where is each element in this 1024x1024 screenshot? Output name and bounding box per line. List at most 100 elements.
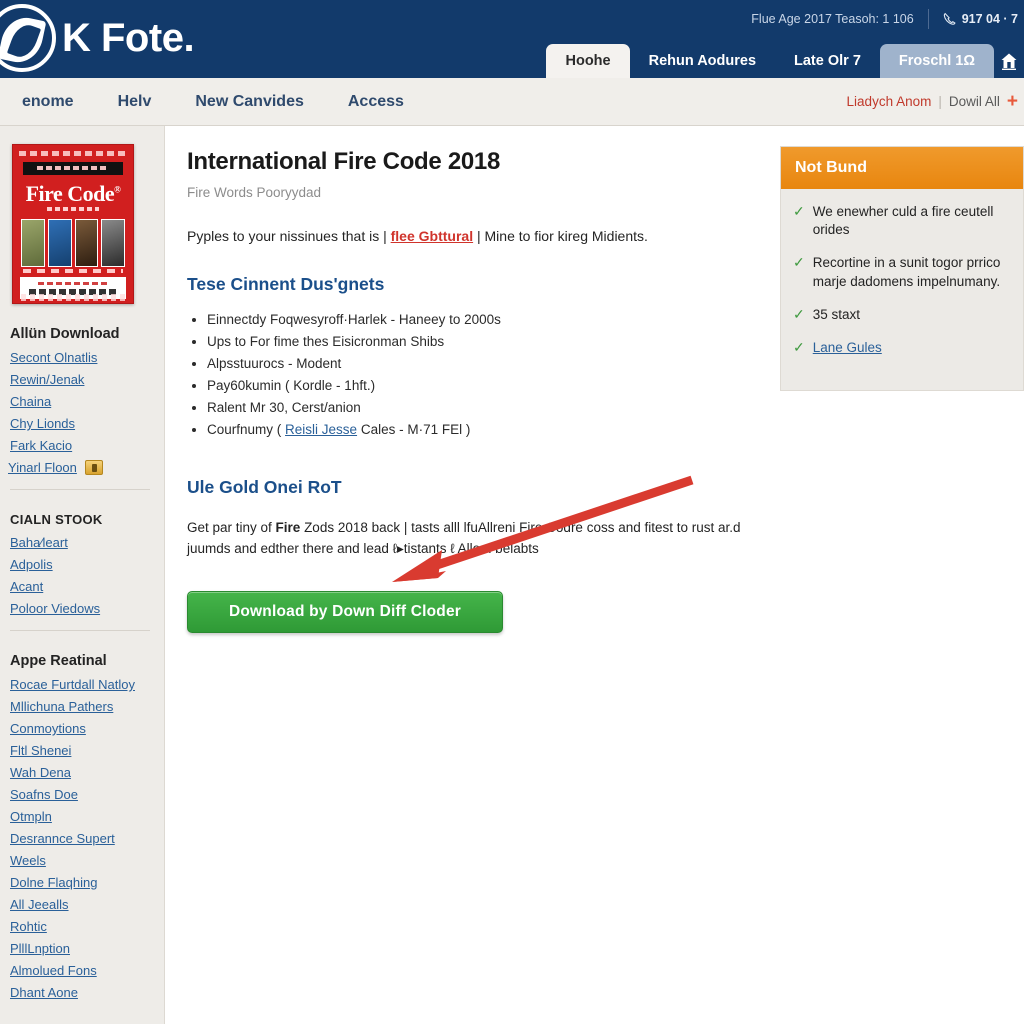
sidebar-heading-appe-reatinal: Appe Reatinal — [10, 653, 107, 669]
sidebar-link-row-yinarl-floon: Yinarl Floon — [8, 460, 154, 475]
panel-item-text: 35 staxt — [812, 306, 861, 322]
sidebar-link-all-jeealls[interactable]: All Jeealls — [10, 897, 154, 912]
sidebar-link-chy-lionds[interactable]: Chy Lionds — [10, 416, 154, 431]
lead-text-after: | Mine to fior kireg Midients. — [473, 228, 648, 244]
panel-body: ✓ We enewher culd a fire ceutell orides … — [781, 189, 1023, 390]
list-item: Pay60kumin ( Kordle - 1hft.) — [207, 375, 756, 397]
sidebar-link-baha-leart[interactable]: Baha∕leart — [10, 535, 154, 550]
section-heading-gold: Ule Gold Onei RoT — [187, 477, 342, 498]
tab-froschl[interactable]: Froschl 1Ω — [879, 44, 994, 78]
right-column: Not Bund ✓ We enewher culd a fire ceutel… — [780, 146, 1024, 392]
book-cover-photos — [21, 219, 125, 267]
main-content: International Fire Code 2018 Fire Words … — [165, 126, 780, 1024]
lane-gules-link[interactable]: Lane Gules — [813, 340, 882, 355]
secondary-nav: enome Helv New Canvides Access Liadych A… — [0, 78, 1024, 126]
list-item-text: Ups to For fime thes Eisicronman Shibs — [207, 334, 445, 350]
page-subtitle: Fire Words Pooryydad — [187, 185, 322, 200]
list-item: Einnectdy Foqwesyroff·Harlek - Haneey to… — [207, 309, 756, 331]
lead-text-before: Pyples to your nissinues that is | — [187, 228, 391, 244]
check-icon: ✓ — [793, 339, 805, 356]
page-title: International Fire Code 2018 — [187, 148, 501, 175]
book-cover-footer — [21, 294, 125, 301]
list-item-text-after: Cales - M·71 FEl ) — [357, 421, 471, 437]
list-item: Courfnumy ( Reisli Jesse Cales - M·71 FE… — [207, 419, 756, 441]
left-sidebar: Fire Code® Allün Download Secont Olnatli… — [0, 126, 165, 1024]
list-item-text: Einnectdy Foqwesyroff·Harlek - Haneey to… — [207, 312, 501, 328]
subnav-item-access[interactable]: Access — [326, 93, 426, 111]
tab-rehun-aodures[interactable]: Rehun Aodures — [630, 44, 775, 78]
sidebar-link-rohtic[interactable]: Rohtic — [10, 919, 154, 934]
download-button[interactable]: Download by Down Diff Cloder — [187, 590, 503, 633]
utility-divider — [927, 9, 929, 29]
panel-item: ✓ 35 staxt — [793, 306, 1009, 324]
sidebar-link-acant[interactable]: Acant — [10, 579, 154, 594]
liadych-anom-link[interactable]: Liadych Anom — [847, 94, 932, 109]
tab-label: Rehun Aodures — [648, 53, 757, 69]
subnav-item-helv[interactable]: Helv — [96, 93, 174, 111]
sidebar-link-fltl-shenei[interactable]: Fltl Shenei — [10, 743, 154, 758]
sidebar-link-wah-dena[interactable]: Wah Dena — [10, 765, 154, 780]
sidebar-link-otmpln[interactable]: Otmpln — [10, 809, 154, 824]
dowil-all-link[interactable]: Dowil All — [949, 94, 1000, 109]
sidebar-divider — [10, 630, 150, 631]
book-cover-band — [23, 162, 123, 175]
sidebar-link-desrannce-supert[interactable]: Desrannce Supert — [10, 831, 154, 846]
sidebar-link-dhant-aone[interactable]: Dhant Aone — [10, 985, 154, 1000]
book-cover-image[interactable]: Fire Code® — [12, 144, 134, 304]
sidebar-heading-allun-download: Allün Download — [10, 326, 120, 342]
panel-heading: Not Bund — [781, 147, 1023, 189]
sidebar-link-rocae-furtdall-natloy[interactable]: Rocae Furtdall Natloy — [10, 677, 154, 692]
sidebar-link-conmoytions[interactable]: Conmoytions — [10, 721, 154, 736]
not-bund-panel: Not Bund ✓ We enewher culd a fire ceutel… — [780, 146, 1024, 392]
book-cover-topline — [19, 151, 127, 156]
subnav-item-new-canvides[interactable]: New Canvides — [173, 93, 325, 111]
tab-late-olr-7[interactable]: Late Olr 7 — [775, 44, 880, 78]
phone-number: 917 04 · 7 — [961, 12, 1018, 26]
sidebar-link-dolne-flaqhing[interactable]: Dolne Flaqhing — [10, 875, 154, 890]
sidebar-link-almolued-fons[interactable]: Almolued Fons — [10, 963, 154, 978]
sidebar-divider — [10, 489, 150, 490]
list-item: Alpsstuurocs - Modent — [207, 353, 756, 375]
phone-icon — [943, 12, 957, 26]
body-text-before: Get par tiny of — [187, 520, 276, 536]
tab-label: Froschl 1Ω — [898, 53, 975, 69]
tab-hoohe[interactable]: Hoohe — [546, 44, 630, 78]
book-cover-captions — [23, 269, 123, 273]
page-root: K Fote. Flue Age 2017 Teasoh: 1 106 917 … — [0, 0, 1024, 1024]
sidebar-link-adpolis[interactable]: Adpolis — [10, 557, 154, 572]
panel-item-link-wrap: Lane Gules — [813, 339, 882, 357]
lead-paragraph: Pyples to your nissinues that is | flee … — [187, 226, 756, 246]
header-phone[interactable]: 917 04 · 7 — [943, 12, 1018, 26]
sidebar-link-plll-nption[interactable]: PlllLnption — [10, 941, 154, 956]
lead-inline-link[interactable]: flee Gbttural — [391, 228, 473, 244]
sidebar-link-rewin-jenak[interactable]: Rewin/Jenak — [10, 372, 154, 387]
sidebar-link-weels[interactable]: Weels — [10, 853, 154, 868]
home-icon[interactable] — [994, 44, 1024, 78]
list-item: Ups to For fime thes Eisicronman Shibs — [207, 331, 756, 353]
check-icon: ✓ — [793, 254, 805, 271]
list-item-link[interactable]: Reisli Jesse — [285, 422, 357, 437]
sidebar-link-yinarl-floon[interactable]: Yinarl Floon — [8, 460, 77, 475]
sidebar-link-soafns-doe[interactable]: Soafns Doe — [10, 787, 154, 802]
lock-badge-icon — [84, 460, 103, 475]
panel-item: ✓ Recortine in a sunit togor prrico marj… — [793, 254, 1009, 290]
sidebar-link-mllichuna-pathers[interactable]: Mllichuna Pathers — [10, 699, 154, 714]
header-utility-text: Flue Age 2017 Teasoh: 1 106 — [751, 12, 914, 26]
sidebar-link-fark-kacio[interactable]: Fark Kacio — [10, 438, 154, 453]
body-text-bold: Fire — [275, 520, 301, 536]
primary-tab-nav: Hoohe Rehun Aodures Late Olr 7 Froschl 1… — [0, 42, 1024, 78]
subnav-item-enome[interactable]: enome — [0, 93, 96, 111]
plus-icon[interactable]: + — [1007, 91, 1018, 113]
secondary-nav-right: Liadych Anom | Dowil All + — [847, 91, 1024, 113]
sidebar-link-chaina[interactable]: Chaina — [10, 394, 154, 409]
panel-item: ✓ We enewher culd a fire ceutell orides — [793, 203, 1009, 239]
list-item-text: Pay60kumin ( Kordle - 1hft.) — [207, 377, 376, 393]
panel-item: ✓ Lane Gules — [793, 339, 1009, 357]
site-header: K Fote. Flue Age 2017 Teasoh: 1 106 917 … — [0, 0, 1024, 78]
header-utility-row: Flue Age 2017 Teasoh: 1 106 917 04 · 7 — [751, 9, 1018, 29]
check-icon: ✓ — [793, 203, 805, 219]
secondary-nav-items: enome Helv New Canvides Access — [0, 93, 426, 111]
sidebar-link-secont-olnatlis[interactable]: Secont Olnatlis — [10, 350, 154, 365]
sidebar-link-poloor-viedows[interactable]: Poloor Viedows — [10, 601, 154, 616]
panel-item-text: We enewher culd a fire ceutell orides — [812, 204, 994, 238]
